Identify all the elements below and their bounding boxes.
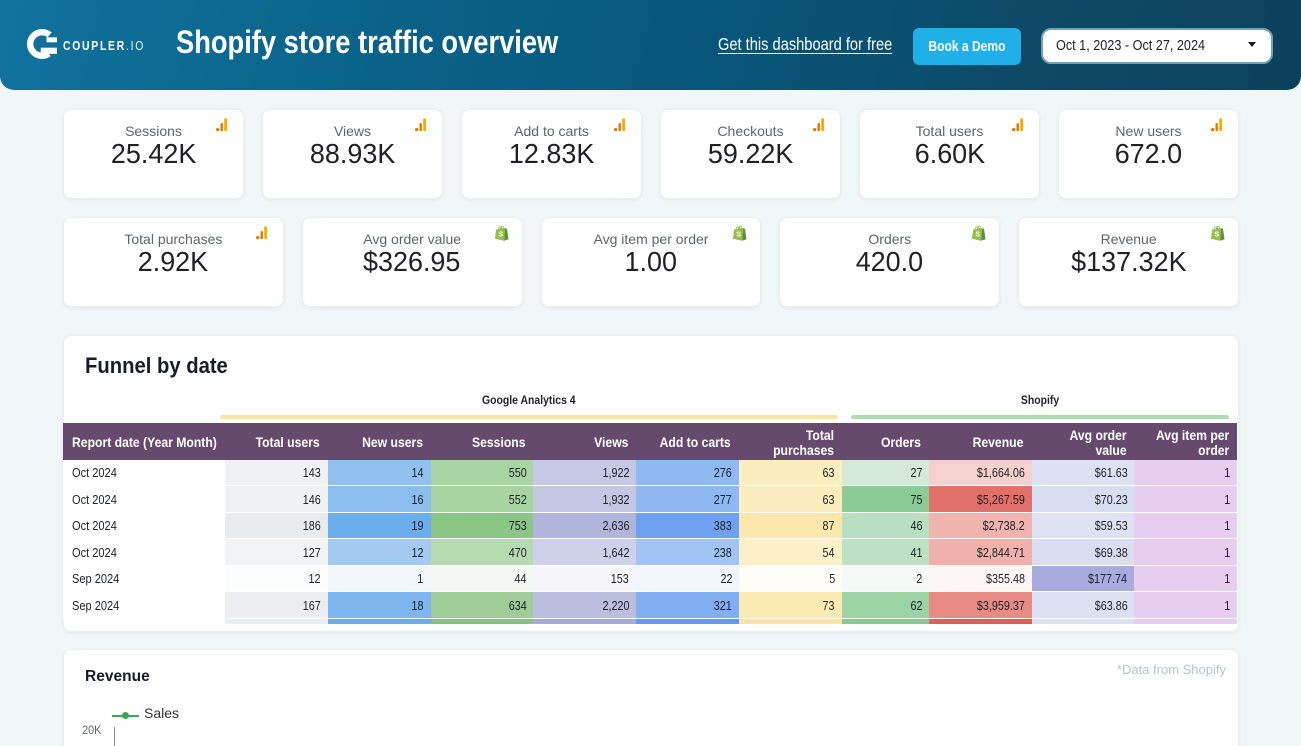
- svg-text:S: S: [1214, 230, 1219, 239]
- svg-text:S: S: [498, 230, 503, 239]
- svg-text:S: S: [975, 230, 980, 239]
- svg-text:S: S: [737, 230, 742, 239]
